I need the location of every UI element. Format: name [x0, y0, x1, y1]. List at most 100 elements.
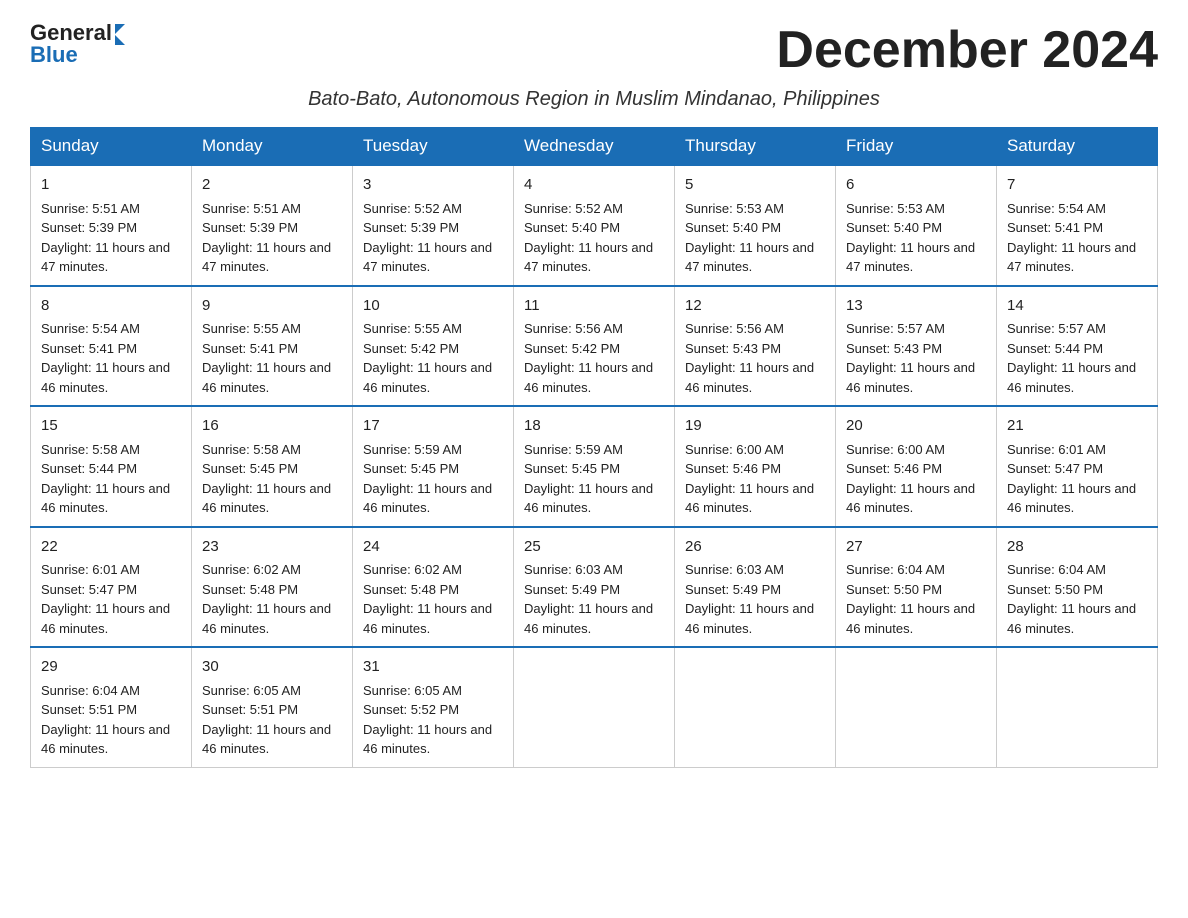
daylight-label: Daylight: 11 hours and 46 minutes. [363, 601, 492, 636]
day-number: 16 [202, 415, 342, 438]
sunset-label: Sunset: 5:40 PM [846, 220, 942, 235]
sunrise-label: Sunrise: 5:58 AM [202, 442, 301, 457]
calendar-cell [836, 647, 997, 767]
sunrise-label: Sunrise: 5:52 AM [524, 201, 623, 216]
header-thursday: Thursday [675, 128, 836, 166]
daylight-label: Daylight: 11 hours and 46 minutes. [846, 481, 975, 516]
sunrise-label: Sunrise: 6:04 AM [846, 562, 945, 577]
sunrise-label: Sunrise: 6:05 AM [363, 683, 462, 698]
calendar-week-row: 8 Sunrise: 5:54 AM Sunset: 5:41 PM Dayli… [31, 286, 1158, 407]
sunrise-label: Sunrise: 6:00 AM [685, 442, 784, 457]
sunset-label: Sunset: 5:41 PM [202, 341, 298, 356]
daylight-label: Daylight: 11 hours and 46 minutes. [41, 722, 170, 757]
sunset-label: Sunset: 5:51 PM [41, 702, 137, 717]
sunrise-label: Sunrise: 6:01 AM [41, 562, 140, 577]
calendar-cell: 9 Sunrise: 5:55 AM Sunset: 5:41 PM Dayli… [192, 286, 353, 407]
daylight-label: Daylight: 11 hours and 46 minutes. [846, 360, 975, 395]
sunset-label: Sunset: 5:41 PM [41, 341, 137, 356]
sunrise-label: Sunrise: 6:03 AM [524, 562, 623, 577]
sunset-label: Sunset: 5:44 PM [41, 461, 137, 476]
calendar-cell: 25 Sunrise: 6:03 AM Sunset: 5:49 PM Dayl… [514, 527, 675, 648]
daylight-label: Daylight: 11 hours and 46 minutes. [524, 601, 653, 636]
calendar-cell: 20 Sunrise: 6:00 AM Sunset: 5:46 PM Dayl… [836, 406, 997, 527]
sunrise-label: Sunrise: 6:02 AM [363, 562, 462, 577]
sunset-label: Sunset: 5:39 PM [202, 220, 298, 235]
day-number: 8 [41, 295, 181, 318]
daylight-label: Daylight: 11 hours and 47 minutes. [202, 240, 331, 275]
calendar-cell: 17 Sunrise: 5:59 AM Sunset: 5:45 PM Dayl… [353, 406, 514, 527]
day-number: 14 [1007, 295, 1147, 318]
header: General Blue December 2024 [30, 20, 1158, 80]
calendar-cell: 1 Sunrise: 5:51 AM Sunset: 5:39 PM Dayli… [31, 165, 192, 286]
sunrise-label: Sunrise: 5:51 AM [41, 201, 140, 216]
sunset-label: Sunset: 5:45 PM [202, 461, 298, 476]
calendar-header-row: Sunday Monday Tuesday Wednesday Thursday… [31, 128, 1158, 166]
sunrise-label: Sunrise: 5:54 AM [41, 321, 140, 336]
day-number: 7 [1007, 174, 1147, 197]
day-number: 24 [363, 536, 503, 559]
sunset-label: Sunset: 5:49 PM [685, 582, 781, 597]
calendar-cell: 28 Sunrise: 6:04 AM Sunset: 5:50 PM Dayl… [997, 527, 1158, 648]
day-number: 9 [202, 295, 342, 318]
calendar-cell: 10 Sunrise: 5:55 AM Sunset: 5:42 PM Dayl… [353, 286, 514, 407]
day-number: 18 [524, 415, 664, 438]
sunrise-label: Sunrise: 5:56 AM [524, 321, 623, 336]
sunrise-label: Sunrise: 5:51 AM [202, 201, 301, 216]
calendar-week-row: 15 Sunrise: 5:58 AM Sunset: 5:44 PM Dayl… [31, 406, 1158, 527]
calendar-cell: 18 Sunrise: 5:59 AM Sunset: 5:45 PM Dayl… [514, 406, 675, 527]
sunrise-label: Sunrise: 6:03 AM [685, 562, 784, 577]
calendar-week-row: 1 Sunrise: 5:51 AM Sunset: 5:39 PM Dayli… [31, 165, 1158, 286]
sunset-label: Sunset: 5:45 PM [363, 461, 459, 476]
day-number: 5 [685, 174, 825, 197]
day-number: 22 [41, 536, 181, 559]
day-number: 3 [363, 174, 503, 197]
sunrise-label: Sunrise: 5:58 AM [41, 442, 140, 457]
day-number: 23 [202, 536, 342, 559]
sunrise-label: Sunrise: 6:04 AM [41, 683, 140, 698]
day-number: 4 [524, 174, 664, 197]
day-number: 11 [524, 295, 664, 318]
day-number: 13 [846, 295, 986, 318]
sunset-label: Sunset: 5:51 PM [202, 702, 298, 717]
calendar-cell [675, 647, 836, 767]
sunrise-label: Sunrise: 6:05 AM [202, 683, 301, 698]
daylight-label: Daylight: 11 hours and 46 minutes. [202, 360, 331, 395]
sunset-label: Sunset: 5:43 PM [685, 341, 781, 356]
daylight-label: Daylight: 11 hours and 46 minutes. [685, 481, 814, 516]
calendar-cell: 7 Sunrise: 5:54 AM Sunset: 5:41 PM Dayli… [997, 165, 1158, 286]
sunset-label: Sunset: 5:47 PM [41, 582, 137, 597]
day-number: 30 [202, 656, 342, 679]
calendar-cell [997, 647, 1158, 767]
daylight-label: Daylight: 11 hours and 46 minutes. [363, 722, 492, 757]
calendar-cell: 22 Sunrise: 6:01 AM Sunset: 5:47 PM Dayl… [31, 527, 192, 648]
sunset-label: Sunset: 5:50 PM [1007, 582, 1103, 597]
sunrise-label: Sunrise: 5:57 AM [846, 321, 945, 336]
day-number: 31 [363, 656, 503, 679]
sunset-label: Sunset: 5:46 PM [685, 461, 781, 476]
sunrise-label: Sunrise: 5:54 AM [1007, 201, 1106, 216]
sunrise-label: Sunrise: 6:01 AM [1007, 442, 1106, 457]
calendar-cell: 13 Sunrise: 5:57 AM Sunset: 5:43 PM Dayl… [836, 286, 997, 407]
sunrise-label: Sunrise: 5:59 AM [363, 442, 462, 457]
daylight-label: Daylight: 11 hours and 46 minutes. [1007, 360, 1136, 395]
header-friday: Friday [836, 128, 997, 166]
daylight-label: Daylight: 11 hours and 47 minutes. [41, 240, 170, 275]
day-number: 20 [846, 415, 986, 438]
day-number: 26 [685, 536, 825, 559]
day-number: 2 [202, 174, 342, 197]
calendar-cell: 16 Sunrise: 5:58 AM Sunset: 5:45 PM Dayl… [192, 406, 353, 527]
header-wednesday: Wednesday [514, 128, 675, 166]
calendar-cell: 11 Sunrise: 5:56 AM Sunset: 5:42 PM Dayl… [514, 286, 675, 407]
sunrise-label: Sunrise: 6:02 AM [202, 562, 301, 577]
sunset-label: Sunset: 5:40 PM [524, 220, 620, 235]
calendar-cell: 23 Sunrise: 6:02 AM Sunset: 5:48 PM Dayl… [192, 527, 353, 648]
header-monday: Monday [192, 128, 353, 166]
sunset-label: Sunset: 5:49 PM [524, 582, 620, 597]
header-saturday: Saturday [997, 128, 1158, 166]
daylight-label: Daylight: 11 hours and 47 minutes. [524, 240, 653, 275]
daylight-label: Daylight: 11 hours and 46 minutes. [41, 481, 170, 516]
sunrise-label: Sunrise: 5:55 AM [363, 321, 462, 336]
day-number: 17 [363, 415, 503, 438]
day-number: 29 [41, 656, 181, 679]
day-number: 28 [1007, 536, 1147, 559]
